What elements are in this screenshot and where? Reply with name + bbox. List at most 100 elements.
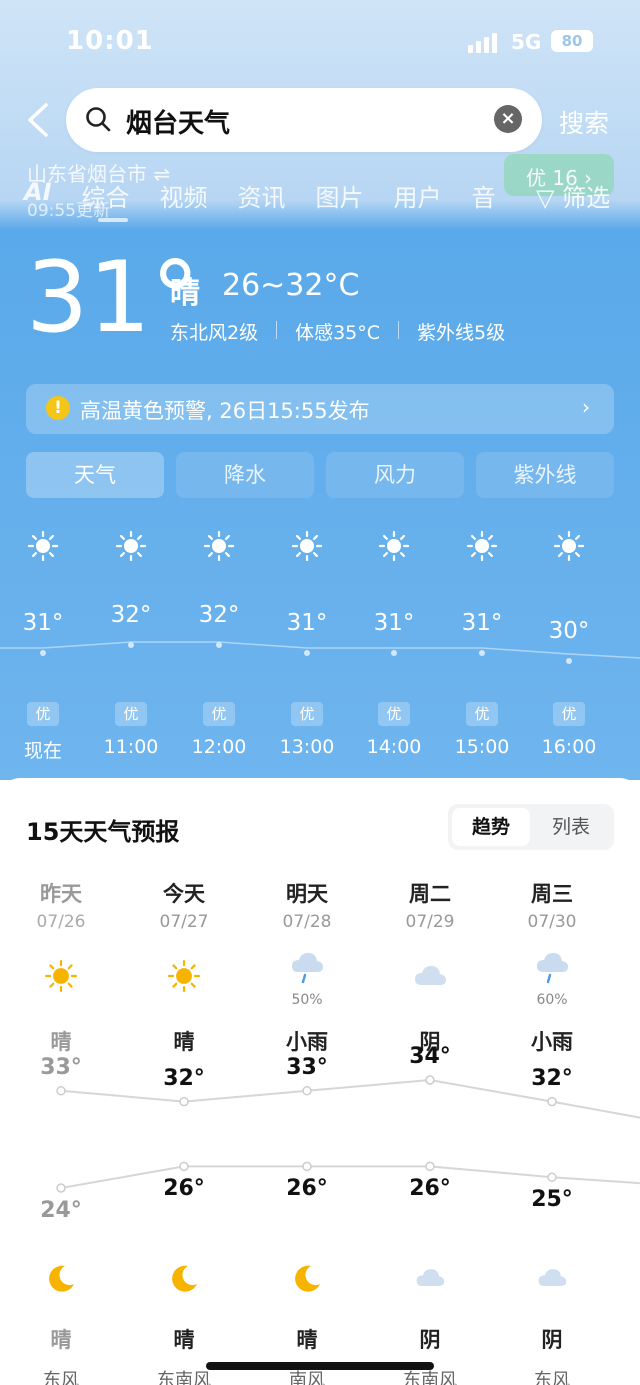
high-temp-dot xyxy=(425,1075,435,1085)
forecast-title: 15天天气预报 xyxy=(26,818,180,846)
low-temp-dot xyxy=(425,1161,435,1172)
hourly-temp: 31° xyxy=(22,610,64,636)
day-date: 07/27 xyxy=(159,912,209,932)
alert-text[interactable]: 高温黄色预警, 26日15:55发布 xyxy=(80,395,370,425)
sun-icon xyxy=(553,530,585,562)
battery-icon: 80 xyxy=(551,30,593,52)
hourly-temp: 32° xyxy=(198,602,240,628)
low-temp-dot xyxy=(56,1183,66,1193)
hourly-temp: 31° xyxy=(373,610,415,636)
day-name: 昨天 xyxy=(40,882,82,906)
low-temp-dot xyxy=(179,1161,189,1172)
hourly-time: 12:00 xyxy=(191,736,247,758)
temperature-range: 26~32°C xyxy=(222,268,360,303)
search-query[interactable]: 烟台天气 xyxy=(126,103,230,140)
hourly-temp-line xyxy=(0,641,640,659)
toggle-list[interactable]: 列表 xyxy=(532,808,610,846)
night-condition: 晴 xyxy=(50,1328,72,1352)
sun-icon xyxy=(166,958,202,994)
day-date: 07/30 xyxy=(527,912,577,932)
sun-icon xyxy=(378,530,410,562)
hourly-aqi: 优 xyxy=(203,702,235,726)
sun-icon xyxy=(291,530,323,562)
rain-icon xyxy=(289,950,325,986)
signal-icon xyxy=(468,31,497,53)
tab-music[interactable]: 音 xyxy=(472,178,496,213)
cloud-icon xyxy=(412,958,448,994)
hourly-time: 16:00 xyxy=(541,736,597,758)
tab-wind[interactable]: 风力 xyxy=(326,452,464,498)
hourly-time: 11:00 xyxy=(103,736,159,758)
high-temp-dot xyxy=(179,1096,189,1107)
location-name[interactable]: 山东省烟台市 ⇌ xyxy=(27,158,170,187)
back-arrow-icon[interactable] xyxy=(24,103,54,137)
toggle-trend[interactable]: 趋势 xyxy=(452,808,530,846)
tab-images[interactable]: 图片 xyxy=(316,178,364,213)
high-temp-dot xyxy=(302,1086,312,1096)
night-condition: 阴 xyxy=(419,1328,441,1352)
low-temp: 26° xyxy=(163,1176,205,1202)
high-temp: 34° xyxy=(409,1044,451,1069)
rain-icon xyxy=(534,950,570,986)
current-condition: 晴 xyxy=(170,276,200,311)
wind-direction: 东风 xyxy=(43,1370,79,1385)
day-condition: 晴 xyxy=(50,1030,72,1054)
tab-weather[interactable]: 天气 xyxy=(26,452,164,498)
hourly-aqi: 优 xyxy=(27,702,59,726)
cloud-icon xyxy=(414,1262,446,1294)
search-button[interactable]: 搜索 xyxy=(559,104,609,140)
day-condition: 晴 xyxy=(173,1030,195,1054)
hourly-aqi: 优 xyxy=(378,702,410,726)
hourly-time: 13:00 xyxy=(279,736,335,758)
hourly-temp: 31° xyxy=(286,610,328,636)
moon-icon xyxy=(45,1262,77,1294)
chevron-right-icon[interactable]: › xyxy=(582,395,590,419)
night-condition: 晴 xyxy=(296,1328,318,1352)
day-condition: 小雨 xyxy=(531,1030,573,1054)
day-date: 07/29 xyxy=(405,912,455,932)
cloud-icon xyxy=(536,1262,568,1294)
hourly-temp: 32° xyxy=(110,602,152,628)
warning-icon: ! xyxy=(46,396,70,420)
tab-precipitation[interactable]: 降水 xyxy=(176,452,314,498)
feels-like: 体感35°C xyxy=(295,322,381,344)
hourly-aqi: 优 xyxy=(291,702,323,726)
current-details: 东北风2级 体感35°C 紫外线5级 xyxy=(170,318,505,345)
hourly-aqi: 优 xyxy=(466,702,498,726)
sun-icon xyxy=(43,958,79,994)
high-temp: 32° xyxy=(531,1065,573,1091)
high-temp: 32° xyxy=(163,1065,205,1091)
tab-news[interactable]: 资讯 xyxy=(238,178,286,213)
low-temp-dot xyxy=(547,1172,557,1182)
day-name: 今天 xyxy=(163,882,205,906)
filter-button[interactable]: ▽ 筛选 xyxy=(536,178,610,213)
low-temp: 25° xyxy=(531,1187,573,1213)
sun-icon xyxy=(203,530,235,562)
hourly-time: 15:00 xyxy=(454,736,510,758)
day-name: 明天 xyxy=(286,882,328,906)
night-condition: 阴 xyxy=(541,1328,563,1352)
low-temp: 26° xyxy=(286,1176,328,1202)
low-temp: 26° xyxy=(409,1176,451,1202)
low-temp: 24° xyxy=(40,1198,82,1223)
tab-uv[interactable]: 紫外线 xyxy=(476,452,614,498)
hourly-temp: 31° xyxy=(461,610,503,636)
status-time: 10:01 xyxy=(66,26,154,56)
clear-icon[interactable]: × xyxy=(494,105,522,133)
hourly-time: 现在 xyxy=(23,740,62,762)
high-temp: 33° xyxy=(40,1054,82,1080)
hourly-aqi: 优 xyxy=(115,702,147,726)
day-name: 周二 xyxy=(409,882,451,906)
search-icon xyxy=(86,107,111,132)
uv-index: 紫外线5级 xyxy=(417,322,506,344)
network-type: 5G xyxy=(511,30,542,54)
night-condition: 晴 xyxy=(173,1328,195,1352)
home-indicator[interactable] xyxy=(206,1362,434,1370)
day-date: 07/28 xyxy=(282,912,332,932)
update-time: 09:55更新 xyxy=(27,201,110,221)
moon-icon xyxy=(168,1262,200,1294)
hourly-time: 14:00 xyxy=(366,736,422,758)
wind-info: 东北风2级 xyxy=(170,322,259,344)
low-temp-dot xyxy=(302,1161,312,1172)
tab-users[interactable]: 用户 xyxy=(394,178,442,213)
